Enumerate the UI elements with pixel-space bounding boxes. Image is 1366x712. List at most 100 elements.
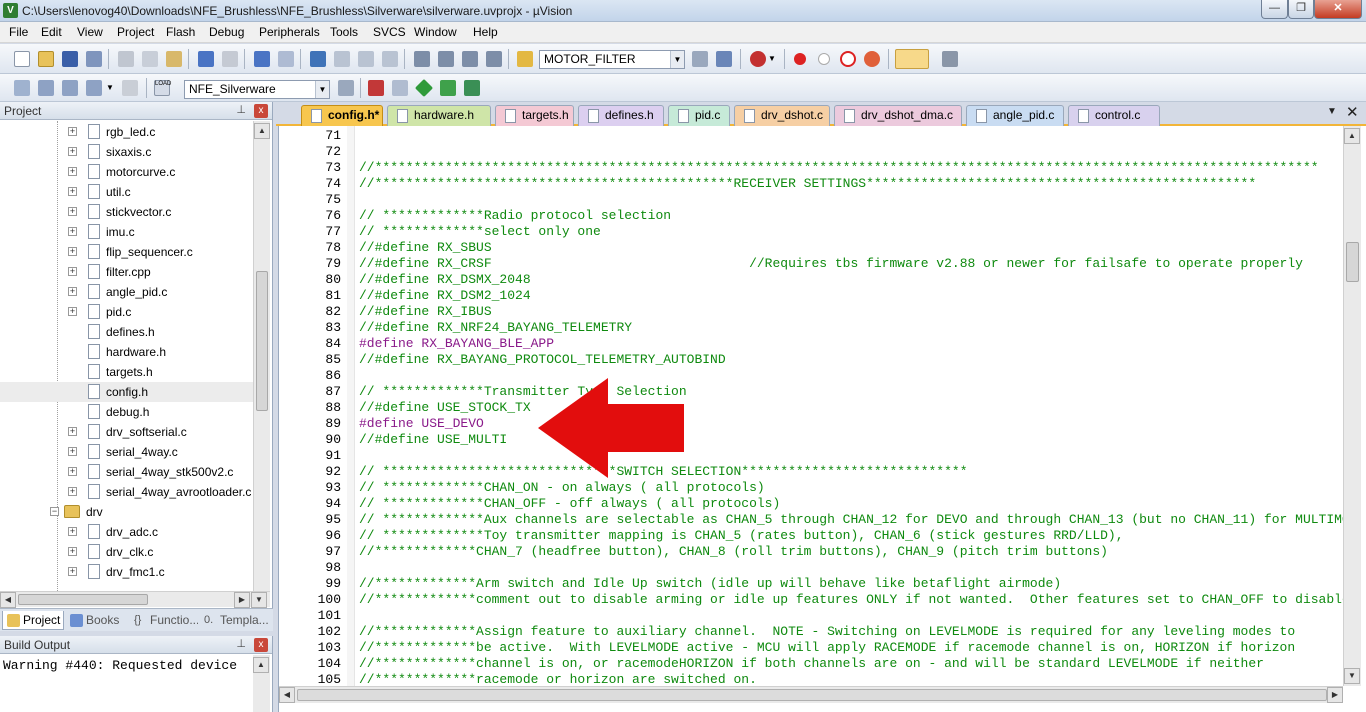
bookmark-icon[interactable] bbox=[310, 51, 326, 67]
tree-item-angle-pid-c[interactable]: + angle_pid.c bbox=[0, 282, 253, 302]
expand-icon[interactable]: + bbox=[68, 307, 77, 316]
tree-horizontal-scrollbar[interactable]: ◀ ▶ ▼ bbox=[0, 591, 270, 608]
tab-drv-dshot-c[interactable]: drv_dshot.c bbox=[734, 105, 830, 126]
tree-item-serial-4way-avrootloader-c[interactable]: + serial_4way_avrootloader.c bbox=[0, 482, 253, 502]
code-line[interactable]: 96 // *************Toy transmitter mappin… bbox=[279, 528, 1343, 544]
tabs-dropdown-icon[interactable]: ▼ bbox=[1327, 106, 1337, 117]
close-tab-icon[interactable]: ✕ bbox=[1346, 103, 1359, 121]
manage-rte-icon[interactable] bbox=[414, 78, 434, 98]
code-line[interactable]: 85 //#define RX_BAYANG_PROTOCOL_TELEMETRY… bbox=[279, 352, 1343, 368]
code-line[interactable]: 77 // *************select only one bbox=[279, 224, 1343, 240]
scroll-right-arrow-icon[interactable]: ▶ bbox=[1327, 687, 1343, 703]
chevron-down-icon[interactable]: ▼ bbox=[106, 80, 116, 96]
expand-icon[interactable]: + bbox=[68, 527, 77, 536]
find-combo[interactable]: MOTOR_FILTER ▼ bbox=[539, 50, 685, 69]
code-line[interactable]: 100 //*************comment out to disable… bbox=[279, 592, 1343, 608]
manage-project-items-icon[interactable] bbox=[368, 80, 384, 96]
code-line[interactable]: 80 //#define RX_DSMX_2048 bbox=[279, 272, 1343, 288]
tree-item-debug-h[interactable]: debug.h bbox=[0, 402, 253, 422]
menu-edit[interactable]: Edit bbox=[41, 25, 62, 39]
load-download-icon[interactable]: LOAD bbox=[154, 80, 171, 96]
menu-tools[interactable]: Tools bbox=[330, 25, 358, 39]
translate-icon[interactable] bbox=[14, 80, 30, 96]
tab-project[interactable]: Project bbox=[2, 611, 64, 630]
incremental-find-icon[interactable] bbox=[716, 51, 732, 67]
tab-angle-pid-c[interactable]: angle_pid.c bbox=[966, 105, 1064, 126]
expand-icon[interactable]: + bbox=[68, 547, 77, 556]
code-line[interactable]: 97 //*************CHAN_7 (headfree button… bbox=[279, 544, 1343, 560]
copy-icon[interactable] bbox=[142, 51, 158, 67]
insert-breakpoint-icon[interactable] bbox=[794, 53, 806, 65]
scrollbar-thumb[interactable] bbox=[297, 689, 1327, 701]
new-file-icon[interactable] bbox=[14, 51, 30, 67]
target-combo[interactable]: NFE_Silverware ▼ bbox=[184, 80, 330, 99]
window-layout-icon[interactable] bbox=[895, 49, 929, 69]
navigate-forward-icon[interactable] bbox=[278, 51, 294, 67]
menu-window[interactable]: Window bbox=[414, 25, 457, 39]
prev-bookmark-icon[interactable] bbox=[334, 51, 350, 67]
tab-targets-h[interactable]: targets.h bbox=[495, 105, 574, 126]
build-output-scrollbar[interactable]: ▲ bbox=[253, 655, 270, 712]
tree-item-targets-h[interactable]: targets.h bbox=[0, 362, 253, 382]
open-file-icon[interactable] bbox=[38, 51, 54, 67]
rebuild-icon[interactable] bbox=[62, 80, 78, 96]
tree-item-config-h[interactable]: config.h bbox=[0, 382, 253, 402]
editor-horizontal-scrollbar[interactable]: ◀ ▶ bbox=[279, 686, 1343, 703]
code-line[interactable]: 82 //#define RX_IBUS bbox=[279, 304, 1343, 320]
code-line[interactable]: 101 bbox=[279, 608, 1343, 624]
code-line[interactable]: 86 bbox=[279, 368, 1343, 384]
code-line[interactable]: 81 //#define RX_DSM2_1024 bbox=[279, 288, 1343, 304]
code-line[interactable]: 75 bbox=[279, 192, 1343, 208]
expand-icon[interactable]: + bbox=[68, 567, 77, 576]
expand-icon[interactable]: + bbox=[68, 147, 77, 156]
tab-pid-c[interactable]: pid.c bbox=[668, 105, 730, 126]
code-line[interactable]: 84 #define RX_BAYANG_BLE_APP bbox=[279, 336, 1343, 352]
tree-item-hardware-h[interactable]: hardware.h bbox=[0, 342, 253, 362]
save-all-icon[interactable] bbox=[86, 51, 102, 67]
code-line[interactable]: 91 bbox=[279, 448, 1343, 464]
code-line[interactable]: 78 //#define RX_SBUS bbox=[279, 240, 1343, 256]
paste-icon[interactable] bbox=[166, 51, 182, 67]
pin-icon[interactable]: ⊥ bbox=[236, 637, 246, 650]
code-line[interactable]: 73 //************************************… bbox=[279, 160, 1343, 176]
scrollbar-thumb[interactable] bbox=[256, 271, 268, 411]
menu-svcs[interactable]: SVCS bbox=[373, 25, 406, 39]
tree-item-drv-fmc1-c[interactable]: + drv_fmc1.c bbox=[0, 562, 253, 582]
disable-breakpoints-icon[interactable] bbox=[840, 51, 856, 67]
build-icon[interactable] bbox=[38, 80, 54, 96]
expand-icon[interactable]: + bbox=[68, 167, 77, 176]
next-bookmark-icon[interactable] bbox=[358, 51, 374, 67]
find-in-files-icon[interactable] bbox=[517, 51, 533, 67]
chevron-down-icon[interactable]: ▼ bbox=[768, 51, 778, 67]
code-line[interactable]: 102 //*************Assign feature to auxi… bbox=[279, 624, 1343, 640]
tree-item-rgb-led-c[interactable]: + rgb_led.c bbox=[0, 122, 253, 142]
kill-breakpoints-icon[interactable] bbox=[864, 51, 880, 67]
uncomment-icon[interactable] bbox=[486, 51, 502, 67]
enable-breakpoint-icon[interactable] bbox=[818, 53, 830, 65]
configure-icon[interactable] bbox=[942, 51, 958, 67]
comment-icon[interactable] bbox=[462, 51, 478, 67]
select-packs-icon[interactable] bbox=[392, 80, 408, 96]
scroll-up-arrow-icon[interactable]: ▲ bbox=[253, 657, 269, 673]
tree-item-drv-clk-c[interactable]: + drv_clk.c bbox=[0, 542, 253, 562]
maximize-button[interactable]: ❐ bbox=[1288, 0, 1314, 19]
scrollbar-thumb[interactable] bbox=[18, 594, 148, 605]
tab-config-h[interactable]: config.h* bbox=[301, 105, 383, 126]
scroll-right-arrow-icon[interactable]: ▶ bbox=[234, 592, 250, 608]
scroll-up-arrow-icon[interactable]: ▲ bbox=[254, 123, 270, 139]
code-line[interactable]: 104 //*************channel is on, or race… bbox=[279, 656, 1343, 672]
chevron-down-icon[interactable]: ▼ bbox=[670, 51, 684, 68]
code-line[interactable]: 89 #define USE_DEVO bbox=[279, 416, 1343, 432]
unindent-icon[interactable] bbox=[438, 51, 454, 67]
expand-icon[interactable]: + bbox=[68, 207, 77, 216]
code-line[interactable]: 87// *************Transmitter Type Selec… bbox=[279, 384, 1343, 400]
find-icon[interactable] bbox=[692, 51, 708, 67]
tree-item-stickvector-c[interactable]: + stickvector.c bbox=[0, 202, 253, 222]
scroll-left-arrow-icon[interactable]: ◀ bbox=[0, 592, 16, 608]
menu-flash[interactable]: Flash bbox=[166, 25, 195, 39]
code-line[interactable]: 79 //#define RX_CRSF //Requires tbs firmw… bbox=[279, 256, 1343, 272]
code-line[interactable]: 92// ******************************SWITC… bbox=[279, 464, 1343, 480]
menu-project[interactable]: Project bbox=[117, 25, 154, 39]
menu-debug[interactable]: Debug bbox=[209, 25, 244, 39]
expand-icon[interactable]: + bbox=[68, 127, 77, 136]
